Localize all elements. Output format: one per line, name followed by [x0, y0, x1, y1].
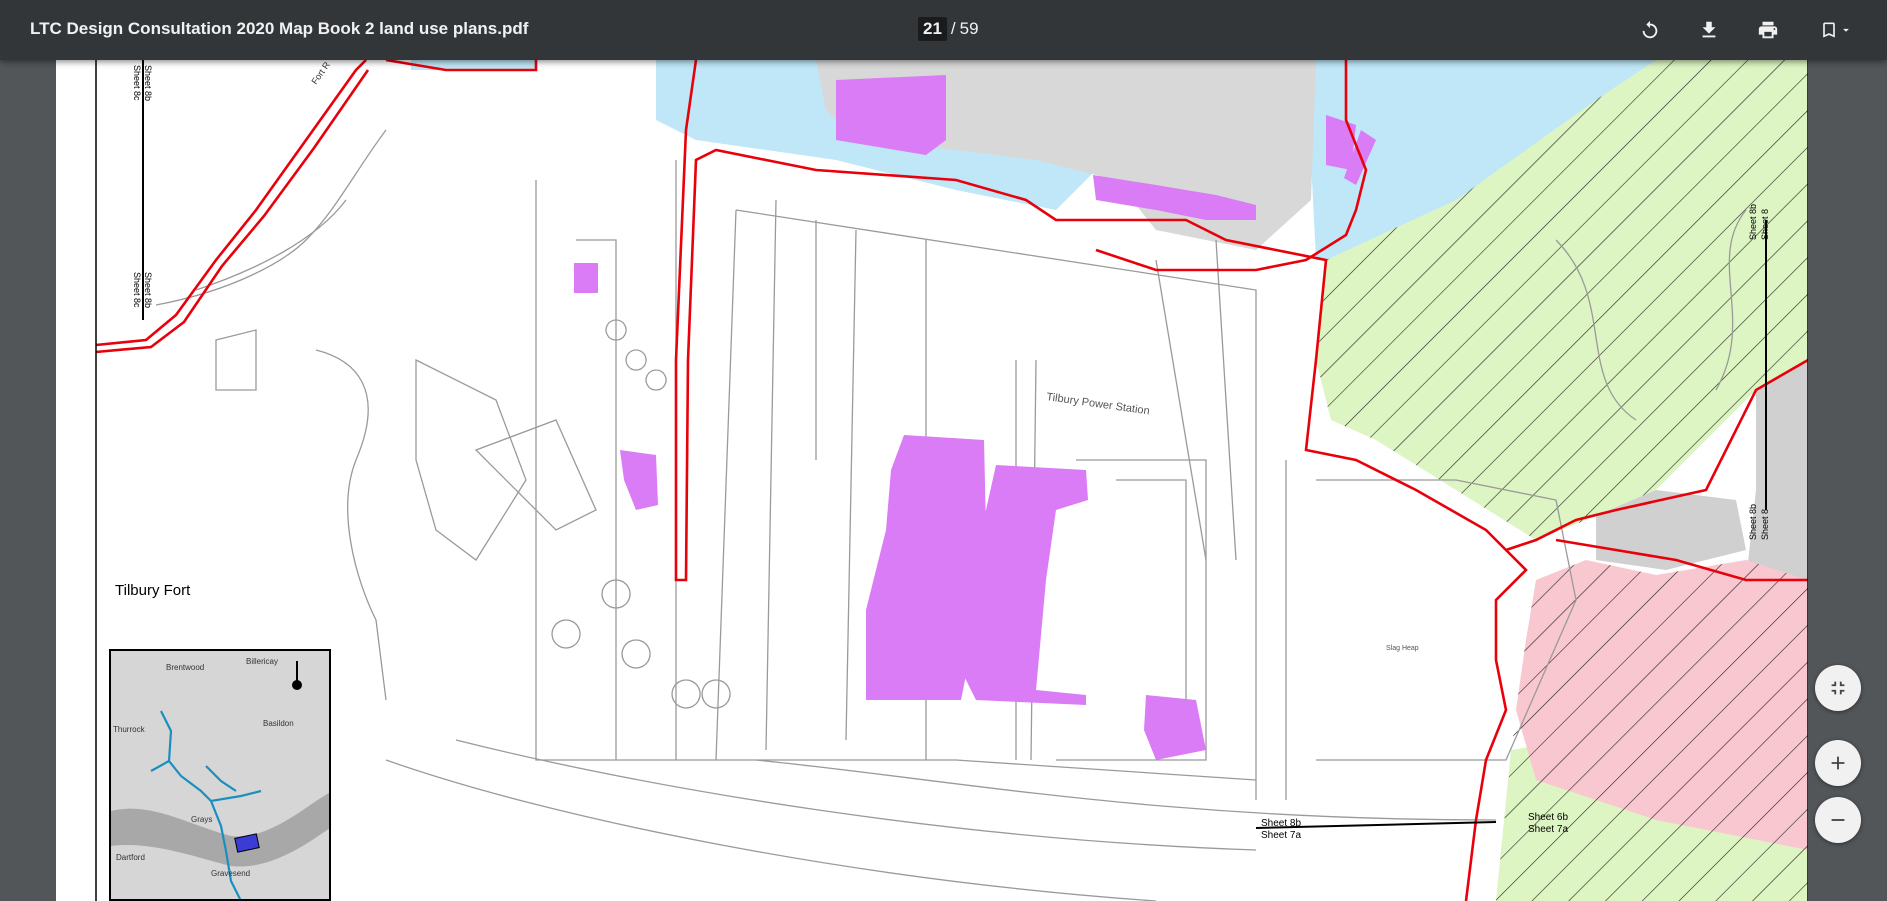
sheet-label-left-mid-2: Sheet 8c [132, 272, 142, 308]
sheet-label-right-mid-1: Sheet 8b [1748, 504, 1758, 540]
inset-label-basildon: Basildon [263, 719, 294, 728]
tilbury-fort-label: Tilbury Fort [105, 575, 245, 605]
hatched-area-south [1496, 560, 1808, 901]
sheet-label-left-top-1: Sheet 8b [143, 65, 153, 101]
sheet-label-right-top-1: Sheet 8b [1748, 204, 1758, 240]
sheet-label-bottom-mid-1: Sheet 8b [1261, 818, 1301, 829]
page-separator: / [950, 19, 956, 38]
sheet-label-left-top-2: Sheet 8c [132, 65, 142, 101]
inset-label-gravesend: Gravesend [211, 869, 251, 878]
bookmark-menu-button[interactable] [1812, 14, 1860, 46]
inset-label-dartford: Dartford [116, 853, 145, 862]
zoom-out-icon [1831, 819, 1845, 821]
fit-to-page-button[interactable] [1815, 665, 1861, 711]
sheet-label-bottom-right-1: Sheet 6b [1528, 812, 1568, 823]
zoom-out-button[interactable] [1815, 797, 1861, 843]
zoom-in-button[interactable] [1815, 740, 1861, 786]
inset-label-grays: Grays [191, 815, 213, 824]
print-button[interactable] [1752, 14, 1784, 46]
development-area-2 [574, 263, 598, 293]
page-margin-tick-right [1830, 453, 1840, 454]
sheet-label-bottom-mid-2: Sheet 7a [1261, 830, 1301, 841]
page-indicator: 21/59 [918, 17, 979, 41]
pdf-toolbar: LTC Design Consultation 2020 Map Book 2 … [0, 0, 1887, 60]
inset-label-billericay: Billericay [246, 657, 279, 666]
inset-label-thurrock: Thurrock [113, 725, 145, 734]
sheet-label-left-mid-1: Sheet 8b [143, 272, 153, 308]
sheet-label-bottom-right-2: Sheet 7a [1528, 824, 1568, 835]
location-inset-map: Brentwood Billericay Basildon Grays Dart… [109, 649, 331, 901]
download-icon [1702, 21, 1716, 38]
development-area-6 [1144, 695, 1206, 760]
fort-road-label: Fort R [309, 60, 332, 86]
rotate-icon [1642, 20, 1658, 39]
page-number-input[interactable]: 21 [918, 17, 947, 41]
download-button[interactable] [1693, 14, 1725, 46]
sheet-label-right-top-2: Sheet 8 [1760, 209, 1770, 240]
inset-north-arrow-icon [292, 680, 302, 690]
power-station-label: Tilbury Power Station [1046, 391, 1151, 417]
development-area-3 [620, 450, 658, 510]
slag-heap-label: Slag Heap [1386, 645, 1419, 652]
inset-map-graphic [111, 651, 329, 899]
bookmark-icon [1823, 22, 1835, 38]
pdf-page[interactable]: Tilbury Power Station Slag Heap Fort R S… [56, 60, 1808, 901]
inset-label-brentwood: Brentwood [166, 663, 205, 672]
document-title: LTC Design Consultation 2020 Map Book 2 … [30, 19, 529, 38]
sheet-label-right-mid-2: Sheet 8 [1760, 509, 1770, 540]
rotate-button[interactable] [1634, 14, 1666, 46]
print-icon [1758, 21, 1778, 39]
zoom-in-icon [1831, 756, 1845, 770]
page-total: 59 [959, 19, 979, 38]
chevron-down-icon [1843, 28, 1849, 32]
fit-to-page-icon [1831, 681, 1845, 695]
